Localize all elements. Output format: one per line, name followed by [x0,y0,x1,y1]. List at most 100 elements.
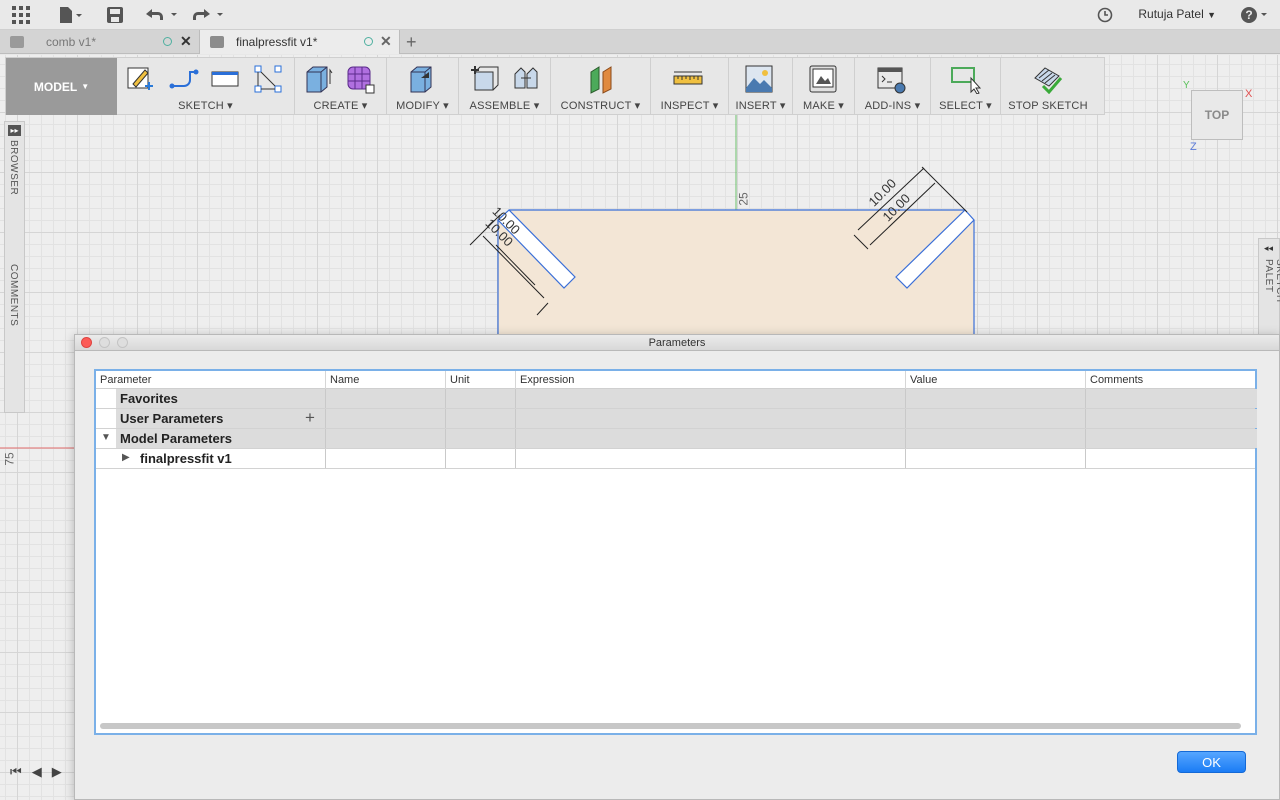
help-icon[interactable]: ? [1239,4,1269,26]
column-header-value[interactable]: Value [906,371,1086,389]
status-dot-icon [163,37,172,46]
browser-label: BROWSER [8,140,19,196]
clock-icon[interactable] [1095,4,1115,26]
stop-sketch-group[interactable]: STOP SKETCH [1001,58,1095,115]
user-name: Rutuja Patel [1138,7,1204,21]
stop-sketch-icon [1034,67,1063,94]
create-group[interactable]: CREATE ▾ [295,58,387,115]
comments-label: COMMENTS [8,264,19,327]
tab-label: comb v1* [46,35,97,49]
timeline-controls: ⏮ ◀ ▶ [0,760,74,784]
3d-print-icon [809,65,837,93]
sketch-menu[interactable]: SKETCH ▾ [117,99,294,112]
workspace-switcher[interactable]: MODEL ▼ [6,58,117,115]
save-icon[interactable] [106,4,124,26]
line-icon [169,69,199,89]
table-row[interactable]: Favorites [96,389,1257,409]
document-tab-bar: comb v1* ✕ finalpressfit v1* ✕ + [0,30,1280,54]
modify-menu[interactable]: MODIFY ▾ [387,99,458,112]
rectangle-icon [211,71,239,87]
tab-comb[interactable]: comb v1* ✕ [0,30,198,54]
column-header-name[interactable]: Name [326,371,446,389]
measure-icon [673,71,703,85]
close-icon[interactable]: ✕ [180,33,192,50]
add-parameter-icon[interactable]: + [305,408,315,428]
component-icon [210,36,224,48]
expand-panel-icon[interactable]: ▸▸ [8,125,21,136]
constraint-icon [254,65,282,93]
table-row[interactable]: ▼ Model Parameters [96,429,1257,449]
grid-scale-label: 25 [736,192,751,206]
top-bar: Rutuja Patel ▼ ? [0,0,1280,30]
view-cube[interactable]: TOP [1191,90,1243,140]
chevron-down-icon: ▼ [1207,10,1216,20]
ribbon-toolbar: MODEL ▼ SKETCH ▾ CREATE ▾ MODIFY ▾ ASSEM… [5,57,1105,115]
add-ins-group[interactable]: ADD-INS ▾ [855,58,931,115]
table-row[interactable]: ▶ finalpressfit v1 [96,449,1255,469]
plus-icon: + [406,31,417,52]
new-tab-button[interactable]: + [402,30,426,54]
assemble-group[interactable]: ASSEMBLE ▾ [459,58,551,115]
go-to-start-icon[interactable]: ⏮ [10,764,22,780]
sketch-palette-panel[interactable]: ◂◂ SKETCH PALET [1258,238,1280,338]
status-dot-icon [364,37,373,46]
undo-icon[interactable] [144,4,178,26]
create-menu[interactable]: CREATE ▾ [295,99,386,112]
file-icon[interactable] [55,4,85,26]
inspect-menu[interactable]: INSPECT ▾ [651,99,728,112]
column-header-unit[interactable]: Unit [446,371,516,389]
insert-menu[interactable]: INSERT ▾ [729,99,792,112]
make-menu[interactable]: MAKE ▾ [793,99,854,112]
redo-icon[interactable] [190,4,224,26]
axis-x-label: X [1245,88,1253,100]
horizontal-scrollbar[interactable] [100,723,1241,729]
select-menu[interactable]: SELECT ▾ [931,99,1000,112]
sketch-palette-label: SKETCH PALET [1263,259,1280,303]
step-back-icon[interactable]: ◀ [32,764,42,780]
new-component-icon [471,66,499,91]
construct-menu[interactable]: CONSTRUCT ▾ [551,99,650,112]
collapse-triangle-icon[interactable]: ▼ [101,432,111,443]
expand-triangle-icon[interactable]: ▶ [122,452,130,463]
grid-scale-label: 75 [2,452,17,466]
favorites-row-label: Favorites [120,391,178,406]
dialog-title-bar[interactable]: Parameters [75,335,1279,351]
insert-group[interactable]: INSERT ▾ [729,58,793,115]
collapse-panel-icon[interactable]: ◂◂ [1264,243,1273,254]
column-header-comments[interactable]: Comments [1086,371,1257,389]
close-window-icon[interactable] [81,337,92,348]
user-menu[interactable]: Rutuja Patel ▼ [1138,7,1216,21]
press-pull-icon [410,66,432,93]
close-icon[interactable]: ✕ [380,33,392,50]
play-icon[interactable]: ▶ [52,764,62,780]
add-ins-menu[interactable]: ADD-INS ▾ [855,99,930,112]
column-header-parameter[interactable]: Parameter [96,371,326,389]
column-header-expression[interactable]: Expression [516,371,906,389]
construct-group[interactable]: CONSTRUCT ▾ [551,58,651,115]
minimize-window-icon[interactable] [99,337,110,348]
tab-finalpressfit[interactable]: finalpressfit v1* ✕ [199,30,400,54]
inspect-group[interactable]: INSPECT ▾ [651,58,729,115]
grid-icon[interactable] [10,4,32,26]
parameters-table[interactable]: Parameter Name Unit Expression Value Com… [94,369,1257,735]
modify-group[interactable]: MODIFY ▾ [387,58,459,115]
extrude-icon [306,66,333,93]
dialog-title: Parameters [648,337,706,349]
make-group[interactable]: MAKE ▾ [793,58,855,115]
select-group[interactable]: SELECT ▾ [931,58,1001,115]
table-row[interactable]: User Parameters + [96,408,1257,429]
workspace-label: MODEL [33,79,78,94]
tab-label: finalpressfit v1* [236,35,318,49]
browser-panel[interactable]: ▸▸ BROWSER COMMENTS [4,121,25,413]
svg-text:?: ? [1245,8,1252,22]
create-sketch-icon [127,67,153,90]
sketch-group[interactable]: SKETCH ▾ [117,58,295,115]
stop-sketch-label[interactable]: STOP SKETCH [1001,100,1095,112]
ok-button[interactable]: OK [1177,751,1246,773]
parameters-dialog: Parameters Parameter Name Unit Expressio… [74,334,1280,800]
scripts-icon [877,67,906,94]
maximize-window-icon[interactable] [117,337,128,348]
form-icon [347,66,375,94]
insert-canvas-icon [745,65,773,93]
assemble-menu[interactable]: ASSEMBLE ▾ [459,99,550,112]
